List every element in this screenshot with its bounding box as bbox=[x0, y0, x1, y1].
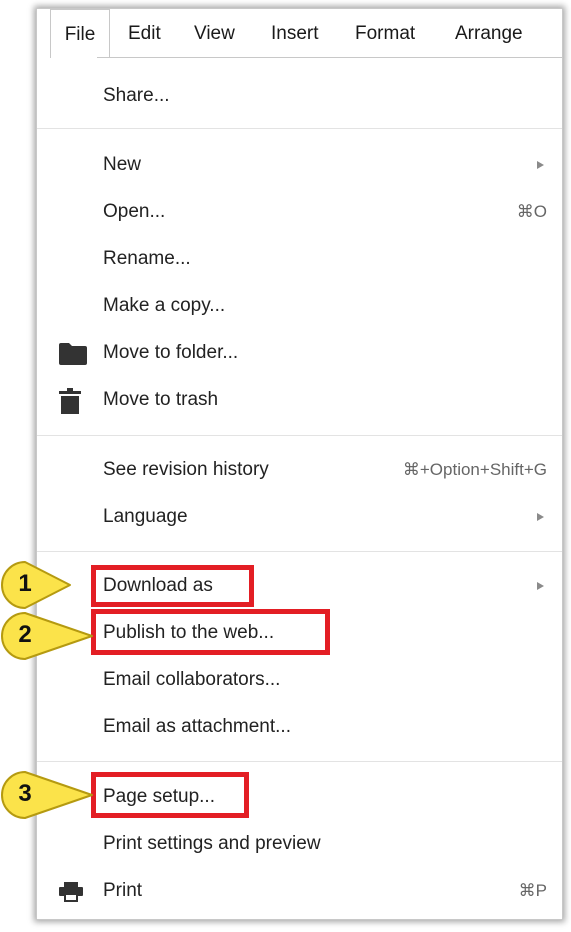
menu-item-label: See revision history bbox=[103, 459, 269, 480]
menu-item-move-to-trash[interactable]: Move to trash bbox=[37, 380, 562, 420]
submenu-arrow-icon bbox=[537, 513, 544, 521]
menu-bar: File Edit View Insert Format Arrange bbox=[37, 9, 562, 58]
submenu-arrow-icon bbox=[537, 161, 544, 169]
menu-separator bbox=[37, 761, 562, 762]
callout-number: 3 bbox=[18, 780, 32, 807]
menu-separator bbox=[37, 435, 562, 436]
menu-item-label: Open... bbox=[103, 201, 166, 222]
menu-item-label: Move to trash bbox=[103, 389, 219, 410]
menu-item-label: New bbox=[103, 154, 142, 175]
menubar-divider bbox=[97, 57, 562, 58]
callout-1: 1 bbox=[0, 560, 100, 610]
printer-icon bbox=[59, 882, 83, 902]
shortcut-text: ⌘+Option+Shift+G bbox=[402, 460, 547, 479]
menu-arrange[interactable]: Arrange bbox=[455, 9, 523, 57]
callout-2: 2 bbox=[0, 611, 100, 661]
folder-icon bbox=[59, 343, 87, 365]
menu-item-label: Email collaborators... bbox=[103, 669, 281, 690]
menu-item-label: Language bbox=[103, 506, 188, 527]
menu-item-print[interactable]: Print ⌘P bbox=[37, 871, 562, 911]
callout-number: 1 bbox=[18, 570, 32, 597]
menu-item-open[interactable]: Open... ⌘O bbox=[37, 192, 562, 232]
menu-view[interactable]: View bbox=[194, 9, 235, 57]
highlight-publish-web bbox=[91, 609, 330, 655]
shortcut-text: ⌘P bbox=[518, 881, 547, 900]
menu-item-language[interactable]: Language bbox=[37, 497, 562, 537]
submenu-arrow-icon bbox=[537, 582, 544, 590]
menu-item-new[interactable]: New bbox=[37, 145, 562, 185]
menu-separator bbox=[37, 551, 562, 552]
menu-item-label: Email as attachment... bbox=[103, 716, 291, 737]
menu-format[interactable]: Format bbox=[355, 9, 415, 57]
highlight-page-setup bbox=[91, 772, 249, 818]
menu-item-email-attachment[interactable]: Email as attachment... bbox=[37, 707, 562, 747]
trash-icon bbox=[59, 388, 81, 414]
menu-file[interactable]: File bbox=[50, 9, 110, 58]
callout-3: 3 bbox=[0, 770, 100, 820]
menu-insert[interactable]: Insert bbox=[271, 9, 319, 57]
callout-number: 2 bbox=[18, 621, 32, 648]
menu-item-move-to-folder[interactable]: Move to folder... bbox=[37, 333, 562, 373]
highlight-download-as bbox=[91, 565, 254, 607]
menu-item-label: Print settings and preview bbox=[103, 833, 321, 854]
menu-item-label: Share... bbox=[103, 85, 170, 106]
menu-item-label: Move to folder... bbox=[103, 342, 239, 363]
menu-item-share[interactable]: Share... bbox=[37, 76, 562, 116]
menu-item-email-collaborators[interactable]: Email collaborators... bbox=[37, 660, 562, 700]
menu-item-label: Make a copy... bbox=[103, 295, 226, 316]
menu-item-revision-history[interactable]: See revision history ⌘+Option+Shift+G bbox=[37, 450, 562, 490]
menu-item-label: Rename... bbox=[103, 248, 191, 269]
menu-item-label: Print bbox=[103, 880, 143, 901]
menu-item-print-settings[interactable]: Print settings and preview bbox=[37, 824, 562, 864]
menu-item-make-copy[interactable]: Make a copy... bbox=[37, 286, 562, 326]
shortcut-text: ⌘O bbox=[516, 202, 547, 221]
menu-separator bbox=[37, 128, 562, 129]
menu-edit[interactable]: Edit bbox=[128, 9, 161, 57]
menu-item-rename[interactable]: Rename... bbox=[37, 239, 562, 279]
